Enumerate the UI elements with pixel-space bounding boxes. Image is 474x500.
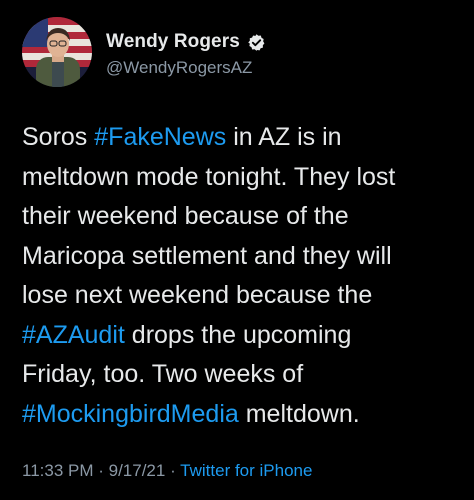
tweet-line: Friday, too. Two weeks of bbox=[22, 355, 462, 395]
tweet-text-segment: lose next weekend because the bbox=[22, 281, 373, 309]
tweet-text-segment: Soros bbox=[22, 123, 95, 151]
hashtag-link[interactable]: #AZAudit bbox=[22, 321, 125, 349]
name-row: Wendy Rogers bbox=[106, 30, 266, 54]
avatar[interactable] bbox=[22, 17, 92, 87]
hashtag-link[interactable]: #FakeNews bbox=[94, 123, 226, 151]
tweet-line: Maricopa settlement and they will bbox=[22, 237, 462, 277]
verified-badge-icon bbox=[247, 33, 266, 52]
display-name[interactable]: Wendy Rogers bbox=[106, 31, 240, 53]
tweet-text-segment: Friday, too. Two weeks of bbox=[22, 360, 304, 388]
tweet-source[interactable]: Twitter for iPhone bbox=[180, 461, 312, 480]
tweet-line: lose next weekend because the bbox=[22, 276, 462, 316]
tweet-line: meltdown mode tonight. They lost bbox=[22, 158, 462, 198]
tweet-text: Soros #FakeNews in AZ is in meltdown mode… bbox=[22, 118, 462, 434]
tweet-text-segment: their weekend because of the bbox=[22, 202, 349, 230]
tweet-line: #AZAudit drops the upcoming bbox=[22, 316, 462, 356]
tweet-line: #MockingbirdMedia meltdown. bbox=[22, 395, 462, 435]
tweet-line: their weekend because of the bbox=[22, 197, 462, 237]
avatar-image bbox=[22, 17, 92, 87]
tweet-text-segment: drops the upcoming bbox=[124, 320, 352, 349]
user-handle[interactable]: @WendyRogersAZ bbox=[106, 58, 266, 78]
tweet-line: Soros #FakeNews in AZ is in bbox=[22, 118, 462, 158]
meta-separator: · bbox=[93, 461, 109, 480]
tweet-text-segment: meltdown mode tonight. They lost bbox=[22, 162, 396, 191]
tweet-text-segment: Maricopa settlement and they will bbox=[22, 241, 392, 270]
tweet-time[interactable]: 11:33 PM bbox=[22, 461, 94, 480]
tweet-meta: 11:33 PM · 9/17/21 · Twitter for iPhone bbox=[22, 461, 312, 481]
tweet-date[interactable]: 9/17/21 bbox=[109, 461, 166, 480]
user-info: Wendy Rogers @WendyRogersAZ bbox=[106, 30, 266, 78]
tweet-card: Wendy Rogers @WendyRogersAZ Soros #FakeN… bbox=[0, 0, 474, 500]
tweet-text-segment: in AZ is in bbox=[226, 123, 342, 151]
hashtag-link[interactable]: #MockingbirdMedia bbox=[22, 400, 239, 428]
meta-separator: · bbox=[165, 461, 181, 480]
tweet-text-segment: meltdown. bbox=[238, 399, 360, 428]
